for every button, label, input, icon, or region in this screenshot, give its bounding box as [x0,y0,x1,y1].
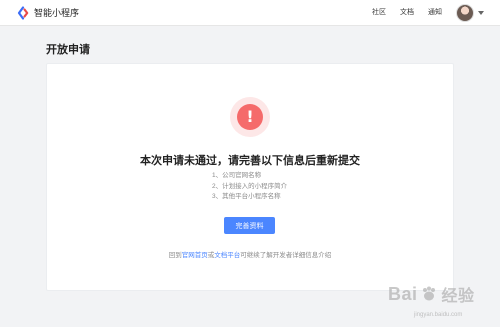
brand[interactable]: 智能小程序 [16,6,79,20]
complete-info-button[interactable]: 完善资料 [224,217,275,234]
top-navbar: 智能小程序 社区 文档 通知 [0,0,500,26]
reason-item: 1、公司官网名称 [212,172,262,179]
watermark-text-left: Bai [388,283,418,304]
nav-notifications[interactable]: 通知 [428,8,442,18]
reason-list: 1、公司官网名称 2、计划接入的小程序简介 3、其他平台小程序名称 [212,171,362,203]
footer-note: 回到官网首页或文档平台可继续了解开发者详细信息介绍 [168,252,332,259]
swan-logo-icon [16,6,30,20]
exclamation-icon: ! [230,97,270,137]
top-nav: 社区 文档 通知 [372,8,442,18]
docs-platform-link[interactable]: 文档平台 [214,252,240,259]
nav-docs[interactable]: 文档 [400,8,414,18]
reason-item: 2、计划接入的小程序简介 [212,182,288,190]
nav-community[interactable]: 社区 [372,8,386,18]
rejection-message: 本次申请未通过，请完善以下信息后重新提交 [140,155,360,167]
user-avatar[interactable] [456,4,474,22]
alert-circle: ! [237,104,263,130]
watermark-text-right: 经验 [441,288,475,305]
chevron-down-icon[interactable] [478,11,484,15]
official-site-link[interactable]: 官网首页 [182,252,208,259]
baidu-paw-icon [420,285,438,303]
watermark-url: jingyan.baidu.com [414,312,463,318]
reason-item: 3、其他平台小程序名称 [212,193,281,200]
page-title: 开放申请 [46,44,90,56]
brand-name: 智能小程序 [34,8,80,18]
watermark: Bai 经验 [388,282,475,306]
